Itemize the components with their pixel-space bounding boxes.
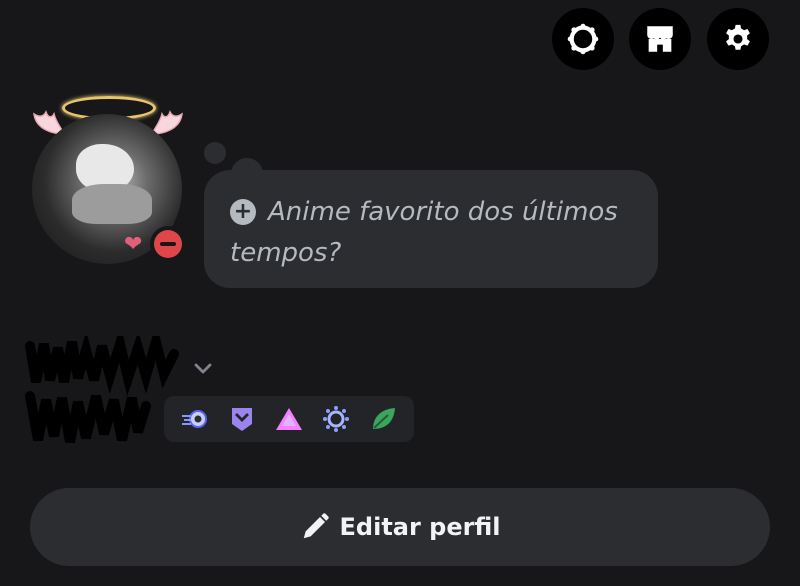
avatar-container[interactable]: ❤ [26, 92, 196, 272]
quest-triangle-icon [275, 408, 302, 430]
badge-item[interactable] [273, 403, 305, 435]
badge-item[interactable] [367, 403, 399, 435]
edit-profile-button[interactable]: Editar perfil [30, 488, 770, 566]
avatar-hands [72, 184, 152, 224]
heart-icon: ❤ [124, 232, 143, 257]
nitro-icon [567, 23, 599, 55]
hypesquad-icon [182, 410, 208, 428]
shop-button[interactable] [629, 8, 691, 70]
badge-item[interactable] [179, 403, 211, 435]
custom-status-prompt: Anime favorito dos últimos tempos? [230, 197, 618, 268]
nitro-button[interactable] [552, 8, 614, 70]
custom-status-bubble[interactable]: + Anime favorito dos últimos tempos? [204, 170, 658, 288]
edit-profile-label: Editar perfil [339, 513, 501, 541]
gear-icon [726, 24, 750, 50]
pencil-icon [303, 513, 329, 539]
settings-button[interactable] [707, 8, 769, 70]
status-dnd-indicator [150, 226, 186, 262]
shop-icon [647, 26, 673, 52]
badge-item[interactable] [226, 403, 258, 435]
badge-list [164, 396, 414, 442]
leaf-icon [372, 408, 395, 429]
redacted-username [25, 336, 179, 443]
nitro-laurel-icon [322, 406, 349, 432]
thought-dot-small [204, 142, 226, 164]
plus-icon: + [230, 198, 256, 225]
badge-item[interactable] [320, 403, 352, 435]
chevron-down-icon[interactable] [190, 356, 216, 380]
dnd-icon [154, 230, 182, 258]
bravery-chevron-icon [232, 408, 253, 431]
